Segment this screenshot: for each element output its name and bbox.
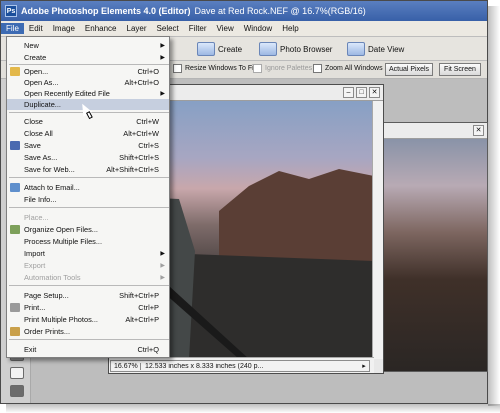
menu-separator [9, 339, 169, 340]
zoom-all-option[interactable]: Zoom All Windows [313, 64, 383, 73]
menu-item-open[interactable]: Open... Ctrl+O [7, 66, 169, 77]
fit-screen-button[interactable]: Fit Screen [439, 63, 481, 76]
window-shadow-bottom [6, 404, 500, 413]
menu-item-file-info[interactable]: File Info... [7, 194, 169, 205]
photo-browser-label: Photo Browser [280, 44, 333, 54]
menu-edit[interactable]: Edit [24, 23, 48, 34]
menu-file[interactable]: File [1, 23, 24, 34]
menu-item-save[interactable]: Save Ctrl+S [7, 140, 169, 151]
zoom-all-checkbox[interactable] [313, 64, 322, 73]
create-icon [197, 42, 215, 56]
red-rock [219, 169, 374, 271]
ignore-palettes-option: Ignore Palettes [253, 64, 312, 73]
close-icon[interactable]: ✕ [473, 125, 484, 136]
menu-item-place: Place... [24, 213, 49, 222]
date-view-label: Date View [368, 44, 405, 54]
menu-item-process-multiple[interactable]: Process Multiple Files... [7, 236, 169, 247]
vertical-scrollbar[interactable] [372, 101, 383, 359]
photoshop-elements-icon: Ps [5, 5, 17, 17]
menu-item-import[interactable]: Import ▶ [7, 248, 169, 259]
menu-help[interactable]: Help [277, 23, 303, 34]
menu-item-create[interactable]: Create ▶ [7, 52, 169, 63]
menu-select[interactable]: Select [152, 23, 184, 34]
menu-item-new[interactable]: New ▶ [7, 40, 169, 51]
submenu-arrow-icon: ▶ [160, 275, 165, 281]
menu-filter[interactable]: Filter [184, 23, 212, 34]
date-view-button[interactable]: Date View [347, 40, 404, 58]
menu-image[interactable]: Image [48, 23, 80, 34]
app-title: Adobe Photoshop Elements 4.0 (Editor) [21, 6, 191, 16]
menu-item-save-for-web[interactable]: Save for Web... Alt+Shift+Ctrl+S [7, 164, 169, 175]
menu-separator [9, 207, 169, 208]
menu-item-order-prints[interactable]: Order Prints... [7, 326, 169, 337]
submenu-arrow-icon: ▶ [160, 55, 165, 61]
menu-item-attach-email[interactable]: Attach to Email... [7, 182, 169, 193]
menu-item-export: Export ▶ [24, 261, 165, 270]
actual-pixels-button[interactable]: Actual Pixels [385, 63, 433, 76]
resize-windows-option[interactable]: Resize Windows To Fit [173, 64, 256, 73]
menu-layer[interactable]: Layer [122, 23, 152, 34]
menu-separator [9, 177, 169, 178]
menu-window[interactable]: Window [239, 23, 277, 34]
submenu-arrow-icon: ▶ [160, 251, 165, 257]
order-prints-icon [10, 327, 20, 336]
save-icon [10, 141, 20, 150]
background-photo [371, 139, 487, 371]
date-view-icon [347, 42, 365, 56]
menu-item-open-as[interactable]: Open As... Alt+Ctrl+O [7, 77, 169, 88]
status-menu-arrow-icon[interactable]: ▸ [359, 362, 369, 370]
ignore-palettes-label: Ignore Palettes [265, 65, 313, 72]
shape-tool-icon[interactable] [10, 385, 24, 397]
menu-separator [9, 64, 169, 65]
photo-browser-button[interactable]: Photo Browser [259, 40, 332, 58]
print-icon [10, 303, 20, 312]
menu-enhance[interactable]: Enhance [80, 23, 122, 34]
status-bar: 16.67% 12.533 inches x 8.333 inches (240… [110, 360, 370, 372]
minimize-icon[interactable]: – [343, 87, 354, 98]
create-label: Create [218, 44, 243, 54]
menu-item-exit[interactable]: Exit Ctrl+Q [7, 344, 169, 355]
title-bar: Ps Adobe Photoshop Elements 4.0 (Editor)… [1, 1, 487, 21]
menu-item-automation-tools: Automation Tools ▶ [24, 273, 165, 282]
submenu-arrow-icon: ▶ [160, 43, 165, 49]
resize-windows-checkbox[interactable] [173, 64, 182, 73]
document-info: 12.533 inches x 8.333 inches (240 p... [145, 362, 264, 370]
menu-view[interactable]: View [212, 23, 239, 34]
document-title: Dave at Red Rock.NEF @ 16.7%(RGB/16) [194, 6, 366, 16]
photo-browser-icon [259, 42, 277, 56]
zoom-level[interactable]: 16.67% [111, 362, 141, 370]
menu-item-close-all[interactable]: Close All Alt+Ctrl+W [7, 128, 169, 139]
gradient-tool-icon[interactable] [10, 367, 24, 379]
menu-item-open-recent[interactable]: Open Recently Edited File ▶ [7, 88, 169, 99]
menu-item-save-as[interactable]: Save As... Shift+Ctrl+S [7, 152, 169, 163]
email-icon [10, 183, 20, 192]
open-folder-icon [10, 67, 20, 76]
resize-windows-label: Resize Windows To Fit [185, 65, 256, 72]
maximize-icon[interactable]: □ [356, 87, 367, 98]
window-shadow [488, 6, 500, 406]
background-document-titlebar: ✕ [371, 123, 487, 139]
create-button[interactable]: Create [197, 40, 242, 58]
menu-item-organize-open-files[interactable]: Organize Open Files... [7, 224, 169, 235]
background-document-window[interactable]: ✕ [370, 122, 488, 372]
menu-separator [9, 285, 169, 286]
submenu-arrow-icon: ▶ [160, 263, 165, 269]
close-icon[interactable]: ✕ [369, 87, 380, 98]
submenu-arrow-icon: ▶ [160, 91, 165, 97]
menu-item-page-setup[interactable]: Page Setup... Shift+Ctrl+P [7, 290, 169, 301]
menu-item-print[interactable]: Print... Ctrl+P [7, 302, 169, 313]
ignore-palettes-checkbox [253, 64, 262, 73]
menu-bar: File Edit Image Enhance Layer Select Fil… [1, 21, 487, 37]
file-menu: New ▶ Create ▶ Open... Ctrl+O Open As...… [6, 36, 170, 358]
organize-icon [10, 225, 20, 234]
menu-item-print-multiple[interactable]: Print Multiple Photos... Alt+Ctrl+P [7, 314, 169, 325]
zoom-all-label: Zoom All Windows [325, 65, 383, 72]
